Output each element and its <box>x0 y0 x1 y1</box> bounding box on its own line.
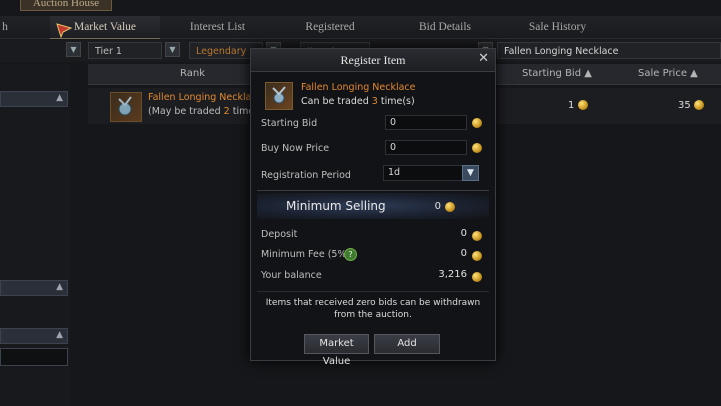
tier-select[interactable]: Tier 1 <box>88 42 162 59</box>
left-panel: ▲ ▲ ▲ <box>0 64 70 406</box>
search-input[interactable]: Fallen Longing Necklace <box>497 42 721 59</box>
divider <box>257 190 489 191</box>
withdraw-notice: Items that received zero bids can be wit… <box>265 298 481 320</box>
dialog-item-name: Fallen Longing Necklace <box>301 82 416 93</box>
tab-bar: h Market Value Interest List Registered … <box>0 16 721 39</box>
gold-coin-icon <box>472 231 482 241</box>
item-trade-info: (May be traded 2 time(s) <box>148 106 267 117</box>
dialog-trade-info: Can be traded 3 time(s) <box>301 96 415 107</box>
minimum-fee-value: 0 <box>460 248 467 259</box>
rank-header[interactable]: Rank <box>180 64 205 84</box>
tab-interest-list[interactable]: Interest List <box>170 16 265 38</box>
gold-coin-icon <box>472 143 482 153</box>
left-search-field[interactable] <box>0 348 68 366</box>
deposit-value: 0 <box>460 228 467 239</box>
tab-registered[interactable]: Registered <box>275 16 385 38</box>
chevron-up-icon: ▲ <box>56 282 63 292</box>
close-icon[interactable]: ✕ <box>478 51 489 66</box>
category-header[interactable]: ▲ <box>0 328 68 344</box>
sale-price-cell: 35 <box>678 100 704 111</box>
gold-coin-icon <box>693 100 704 110</box>
registration-period-label: Registration Period <box>261 170 351 181</box>
balance-label: Your balance <box>261 270 322 281</box>
minimum-fee-label: Minimum Fee (5%) <box>261 249 351 260</box>
add-button[interactable]: Add <box>374 334 440 354</box>
dialog-title: Register Item <box>340 53 406 67</box>
starting-bid-header[interactable]: Starting Bid ▲ <box>522 64 592 84</box>
triangle-up-icon: ▲ <box>584 68 592 79</box>
chevron-up-icon: ▲ <box>56 330 63 340</box>
deposit-label: Deposit <box>261 229 298 240</box>
market-value-button[interactable]: Market Value <box>304 334 369 367</box>
starting-bid-cell: 1 <box>568 100 588 111</box>
gold-coin-icon <box>577 100 588 110</box>
item-icon <box>265 82 293 110</box>
buy-now-label: Buy Now Price <box>261 143 330 154</box>
starting-bid-input[interactable]: 0 <box>385 115 467 130</box>
chevron-down-icon[interactable]: ▼ <box>462 165 479 181</box>
gold-coin-icon <box>472 272 482 282</box>
minimum-selling-label: Minimum Selling <box>286 199 386 213</box>
chevron-down-icon[interactable]: ▼ <box>165 42 180 57</box>
tab-bid-details[interactable]: Bid Details <box>390 16 500 38</box>
category-header[interactable]: ▲ <box>0 280 68 296</box>
chevron-up-icon: ▲ <box>56 93 63 103</box>
category-header[interactable]: ▲ <box>0 91 68 107</box>
registration-period-select[interactable]: 1d <box>383 165 463 181</box>
gold-coin-icon <box>445 202 455 212</box>
divider <box>257 291 489 292</box>
tab-partial[interactable]: h <box>0 16 10 38</box>
dialog-header: Register Item ✕ <box>251 49 495 72</box>
item-name: Fallen Longing Necklace <box>148 92 263 103</box>
item-thumbnail <box>110 92 142 122</box>
gold-coin-icon <box>472 118 482 128</box>
buy-now-input[interactable]: 0 <box>385 140 467 155</box>
balance-value: 3,216 <box>438 269 467 280</box>
flag-icon <box>56 23 73 38</box>
register-item-dialog: Register Item ✕ Fallen Longing Necklace … <box>250 48 496 367</box>
help-icon[interactable]: ? <box>344 248 357 261</box>
minimum-selling-value: 0 <box>434 201 441 212</box>
sale-price-header[interactable]: Sale Price ▲ <box>638 64 698 84</box>
chevron-down-icon[interactable]: ▼ <box>66 42 81 57</box>
gold-coin-icon <box>472 251 482 261</box>
triangle-up-icon: ▲ <box>690 68 698 79</box>
starting-bid-label: Starting Bid <box>261 118 318 129</box>
tab-sale-history[interactable]: Sale History <box>505 16 610 38</box>
auction-house-title: Auction House <box>20 0 112 11</box>
